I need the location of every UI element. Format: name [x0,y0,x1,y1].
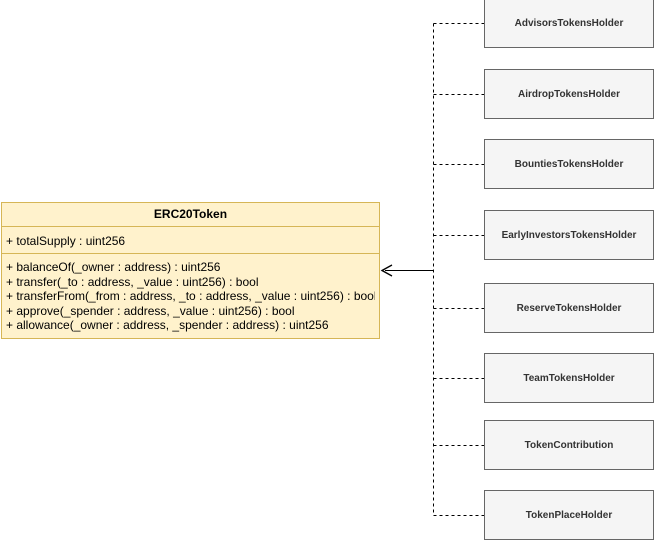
dashed-dependency-lines [433,23,484,516]
method-allowance: + allowance(_owner : address, _spender :… [6,318,329,332]
class-name: ERC20Token [2,203,379,227]
early-investors-tokens-holder-box[interactable]: EarlyInvestorsTokensHolder [484,210,654,260]
bounties-tokens-holder-box[interactable]: BountiesTokensHolder [484,139,654,189]
method-balance-of: + balanceOf(_owner : address) : uint256 [6,260,221,274]
method-transfer: + transfer(_to : address, _value : uint2… [6,274,259,289]
class-methods: + balanceOf(_owner : address) : uint256 … [2,254,379,333]
token-place-holder-box[interactable]: TokenPlaceHolder [484,490,654,540]
team-tokens-holder-box[interactable]: TeamTokensHolder [484,353,654,403]
method-approve: + approve(_spender : address, _value : u… [6,303,295,318]
advisors-tokens-holder-box[interactable]: AdvisorsTokensHolder [484,0,654,48]
method-transfer-from: + transferFrom(_from : address, _to : ad… [6,289,375,303]
open-arrowhead-icon [380,264,393,277]
token-contribution-box[interactable]: TokenContribution [484,420,654,470]
attribute-total-supply: + totalSupply : uint256 [6,234,126,248]
airdrop-tokens-holder-box[interactable]: AirdropTokensHolder [484,69,654,119]
class-attributes: + totalSupply : uint256 [2,227,379,254]
reserve-tokens-holder-box[interactable]: ReserveTokensHolder [484,283,654,333]
erc20token-class[interactable]: ERC20Token + totalSupply : uint256 + bal… [1,202,380,339]
